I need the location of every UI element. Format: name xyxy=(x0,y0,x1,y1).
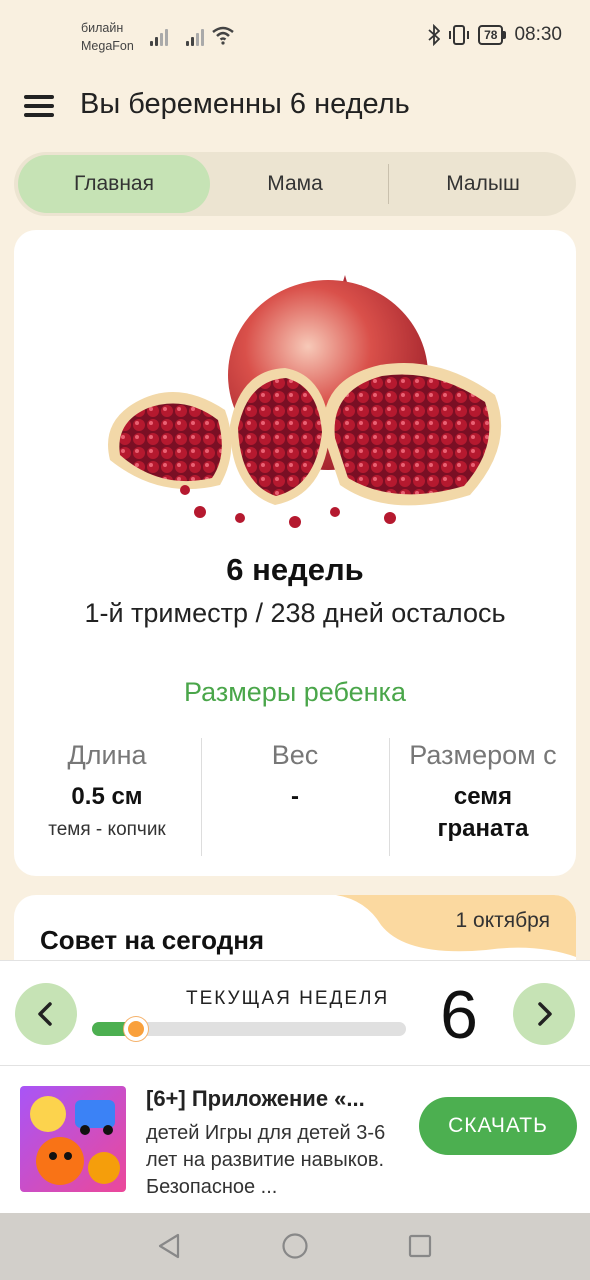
vibrate-icon xyxy=(449,25,470,45)
chevron-left-icon xyxy=(38,1002,52,1026)
size-as-value: семя граната xyxy=(437,783,529,842)
chevron-right-icon xyxy=(538,1002,552,1026)
page-title: Вы беременны 6 недель xyxy=(80,88,410,120)
carrier-2: MegaFon xyxy=(81,39,134,53)
status-bar: билайн MegaFon 78 08:30 xyxy=(0,0,590,76)
battery-icon: 78 xyxy=(478,25,507,45)
progress-knob[interactable] xyxy=(123,1017,148,1041)
weight-value: - xyxy=(291,783,299,810)
battery-level: 78 xyxy=(478,25,504,45)
ad-banner[interactable]: [6+] Приложение «... детей Игры для дете… xyxy=(0,1066,590,1213)
ad-download-button[interactable]: СКАЧАТЬ xyxy=(419,1097,577,1155)
advice-date: 1 октября xyxy=(455,909,550,932)
current-week-number: 6 xyxy=(440,977,478,1053)
tab-main[interactable]: Главная xyxy=(18,155,210,213)
ad-description: детей Игры для детей 3-6 лет на развитие… xyxy=(146,1122,386,1198)
app-header: Вы беременны 6 недель xyxy=(0,76,590,140)
size-as-column: Размером с семя граната xyxy=(390,737,576,845)
recent-apps-icon[interactable] xyxy=(407,1232,433,1260)
advice-title: Совет на сегодня xyxy=(40,925,265,955)
system-navigation-bar xyxy=(0,1213,590,1280)
tab-baby[interactable]: Малыш xyxy=(390,152,576,216)
weight-label: Вес xyxy=(271,740,319,770)
bluetooth-icon xyxy=(428,24,441,46)
size-as-label: Размером с xyxy=(409,740,557,770)
length-value: 0.5 см xyxy=(71,783,143,810)
carrier-info: билайн MegaFon xyxy=(81,19,134,55)
trimester-info: 1-й триместр / 238 дней осталось xyxy=(84,598,506,628)
ad-title[interactable]: [6+] Приложение «... xyxy=(146,1086,408,1112)
carrier-1: билайн xyxy=(81,21,124,35)
pregnancy-progress-bar xyxy=(92,1017,406,1041)
weight-column: Вес - xyxy=(202,737,388,813)
baby-sizes-title: Размеры ребенка xyxy=(184,677,406,707)
length-column: Длина 0.5 см темя - копчик xyxy=(14,737,200,841)
ad-app-image[interactable] xyxy=(20,1086,126,1192)
length-label: Длина xyxy=(67,740,147,770)
week-card: 6 недель 1-й триместр / 238 дней осталос… xyxy=(14,230,576,876)
previous-week-button[interactable] xyxy=(15,983,77,1045)
tab-bar: Главная Мама Малыш xyxy=(14,152,576,216)
back-icon[interactable] xyxy=(156,1232,182,1260)
tab-divider xyxy=(388,164,389,204)
signal-2-icon xyxy=(186,26,206,46)
tab-mom[interactable]: Мама xyxy=(210,152,380,216)
clock: 08:30 xyxy=(514,24,562,45)
pomegranate-image xyxy=(108,275,502,528)
length-note: темя - копчик xyxy=(48,819,166,840)
week-navigator: ТЕКУЩАЯ НЕДЕЛЯ 6 xyxy=(0,960,590,1066)
home-icon[interactable] xyxy=(281,1232,309,1260)
hamburger-menu-icon[interactable] xyxy=(24,95,56,119)
signal-1-icon xyxy=(150,26,170,46)
next-week-button[interactable] xyxy=(513,983,575,1045)
wifi-icon xyxy=(212,26,234,45)
current-week-label: ТЕКУЩАЯ НЕДЕЛЯ xyxy=(186,988,390,1009)
week-heading: 6 недель xyxy=(226,552,364,587)
